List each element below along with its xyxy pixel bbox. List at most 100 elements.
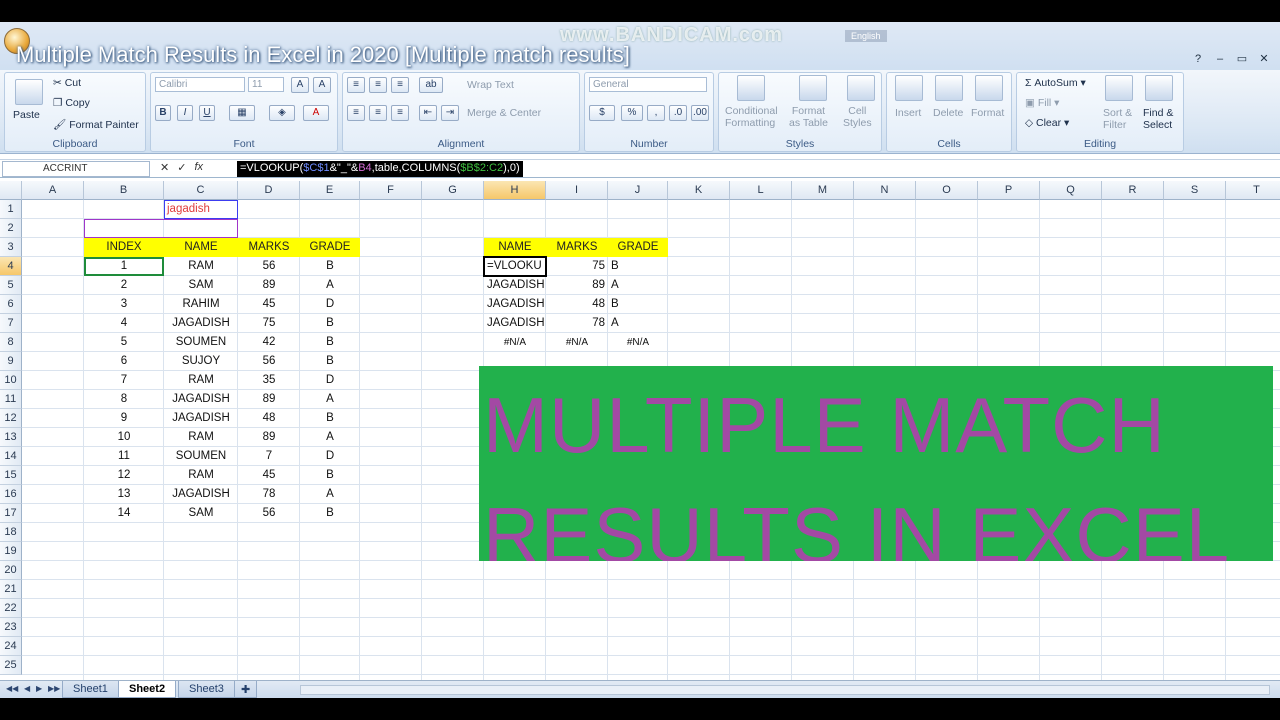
format-painter-button[interactable]: 🖌 Format Painter [53, 118, 139, 131]
table-cell[interactable]: A [300, 485, 360, 504]
table-cell[interactable]: RAM [164, 257, 238, 276]
table-cell[interactable]: 3 [84, 295, 164, 314]
table-cell[interactable]: JAGADISH [164, 390, 238, 409]
select-all-corner[interactable] [0, 181, 22, 200]
tab-sheet1[interactable]: Sheet1 [62, 681, 119, 698]
insert-function-icon[interactable]: fx [194, 161, 203, 174]
table-cell[interactable]: 9 [84, 409, 164, 428]
paste-button[interactable]: Paste [13, 109, 40, 121]
table-cell[interactable]: 35 [238, 371, 300, 390]
right-table-header[interactable]: NAME [484, 238, 546, 257]
align-middle-icon[interactable]: ≡ [369, 77, 387, 93]
decrease-decimal-icon[interactable]: .00 [691, 105, 709, 121]
row-header-11[interactable]: 11 [0, 390, 22, 409]
align-left-icon[interactable]: ≡ [347, 105, 365, 121]
table-cell[interactable]: B [300, 504, 360, 523]
find-select-icon[interactable] [1145, 75, 1173, 101]
table-cell[interactable]: 5 [84, 333, 164, 352]
sort-filter-icon[interactable] [1105, 75, 1133, 101]
table-cell[interactable]: 2 [84, 276, 164, 295]
column-header-m[interactable]: M [792, 181, 854, 200]
column-header-o[interactable]: O [916, 181, 978, 200]
table-cell[interactable]: A [300, 276, 360, 295]
borders-icon[interactable]: ▦ [229, 105, 255, 121]
table-cell[interactable]: 45 [238, 466, 300, 485]
left-table-header[interactable]: MARKS [238, 238, 300, 257]
column-header-h[interactable]: H [484, 181, 546, 200]
row-header-16[interactable]: 16 [0, 485, 22, 504]
column-header-g[interactable]: G [422, 181, 484, 200]
table-cell[interactable]: B [300, 352, 360, 371]
table-cell[interactable]: 48 [546, 295, 608, 314]
row-header-8[interactable]: 8 [0, 333, 22, 352]
align-top-icon[interactable]: ≡ [347, 77, 365, 93]
row-header-17[interactable]: 17 [0, 504, 22, 523]
table-cell[interactable]: A [300, 390, 360, 409]
fill-button[interactable]: ▣ Fill ▾ [1025, 97, 1059, 109]
table-cell[interactable]: 78 [546, 314, 608, 333]
cancel-icon[interactable]: ✕ [160, 161, 169, 174]
table-cell[interactable]: 48 [238, 409, 300, 428]
font-name-select[interactable]: Calibri [155, 77, 245, 92]
merge-center-button[interactable]: Merge & Center [467, 107, 541, 119]
table-cell[interactable]: 89 [238, 390, 300, 409]
bold-button[interactable]: B [155, 105, 171, 121]
percent-button[interactable]: % [621, 105, 643, 121]
name-box[interactable]: ACCRINT [2, 161, 150, 177]
left-table-header[interactable]: INDEX [84, 238, 164, 257]
next-sheet-icon[interactable]: ▶ [36, 684, 42, 693]
table-cell[interactable]: SAM [164, 276, 238, 295]
help-icon[interactable]: ? [1190, 52, 1206, 66]
column-header-a[interactable]: A [22, 181, 84, 200]
table-cell[interactable]: SOUMEN [164, 333, 238, 352]
table-cell[interactable]: A [608, 314, 668, 333]
column-header-p[interactable]: P [978, 181, 1040, 200]
row-header-5[interactable]: 5 [0, 276, 22, 295]
table-cell[interactable]: JAGADISH [164, 485, 238, 504]
format-icon[interactable] [975, 75, 1003, 101]
table-cell[interactable]: 75 [238, 314, 300, 333]
table-cell[interactable]: 78 [238, 485, 300, 504]
conditional-formatting-button[interactable]: Conditional Formatting [725, 105, 778, 129]
table-cell[interactable]: RAHIM [164, 295, 238, 314]
column-header-t[interactable]: T [1226, 181, 1280, 200]
wrap-text-button[interactable]: Wrap Text [467, 79, 514, 91]
column-header-r[interactable]: R [1102, 181, 1164, 200]
right-table-header[interactable]: GRADE [608, 238, 668, 257]
row-header-24[interactable]: 24 [0, 637, 22, 656]
column-header-e[interactable]: E [300, 181, 360, 200]
row-header-1[interactable]: 1 [0, 200, 22, 219]
left-table-header[interactable]: NAME [164, 238, 238, 257]
font-color-icon[interactable]: A [303, 105, 329, 121]
orientation-icon[interactable]: ab [419, 77, 443, 93]
table-cell[interactable]: JAGADISH [484, 276, 546, 295]
row-header-18[interactable]: 18 [0, 523, 22, 542]
minimize-icon[interactable]: – [1212, 52, 1228, 66]
fill-color-icon[interactable]: ◈ [269, 105, 295, 121]
delete-icon[interactable] [935, 75, 963, 101]
prev-sheet-icon[interactable]: ◀ [24, 684, 30, 693]
table-cell[interactable]: 7 [238, 447, 300, 466]
insert-icon[interactable] [895, 75, 923, 101]
decrease-indent-icon[interactable]: ⇤ [419, 105, 437, 121]
table-cell[interactable]: B [300, 257, 360, 276]
format-as-table-button[interactable]: Format as Table [789, 105, 828, 129]
row-header-15[interactable]: 15 [0, 466, 22, 485]
align-center-icon[interactable]: ≡ [369, 105, 387, 121]
table-cell[interactable]: 6 [84, 352, 164, 371]
restore-icon[interactable]: ▭ [1234, 52, 1250, 66]
clear-button[interactable]: ◇ Clear ▾ [1025, 117, 1069, 129]
currency-button[interactable]: $ [589, 105, 615, 121]
table-cell[interactable]: 45 [238, 295, 300, 314]
table-cell[interactable]: 14 [84, 504, 164, 523]
format-as-table-icon[interactable] [799, 75, 827, 101]
column-header-d[interactable]: D [238, 181, 300, 200]
table-cell[interactable]: SUJOY [164, 352, 238, 371]
row-header-21[interactable]: 21 [0, 580, 22, 599]
find-select-button[interactable]: Find & Select [1143, 107, 1173, 131]
cell-styles-icon[interactable] [847, 75, 875, 101]
row-header-25[interactable]: 25 [0, 656, 22, 675]
table-cell[interactable]: RAM [164, 466, 238, 485]
autosum-button[interactable]: Σ AutoSum ▾ [1025, 77, 1086, 89]
grow-font-icon[interactable]: A [291, 77, 309, 93]
